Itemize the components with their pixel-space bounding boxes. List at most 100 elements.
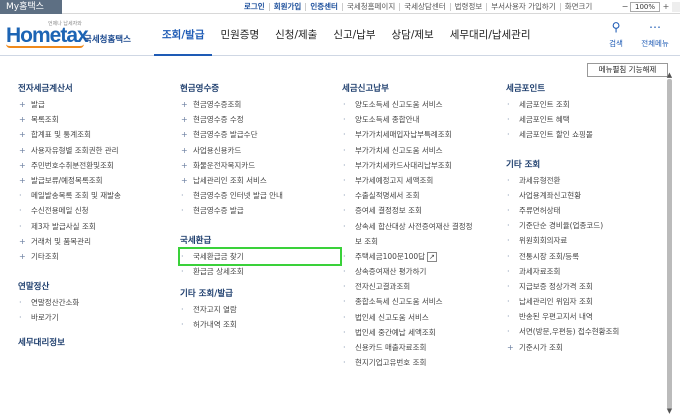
zoom-out-icon[interactable]: − (620, 2, 630, 12)
menu-item-label: 현금영수증 발급수단 (193, 130, 258, 140)
menu-item[interactable]: · 세금포인트 할인 쇼핑몰 (506, 127, 664, 142)
menu-item[interactable]: · 상속증여재산 평가하기 (342, 264, 502, 279)
menu-item[interactable]: · 법인세 신고도움 서비스 (342, 310, 502, 325)
my-hometax-tab[interactable]: My홈택스 (0, 0, 62, 14)
menu-item-label: 과세유형전환 (519, 175, 561, 185)
menu-item[interactable]: · 제3자 발급사실 조회 (18, 219, 168, 234)
hometax-logo[interactable]: 언제나 납세자와 Hometax 국세청홈택스 (6, 20, 146, 52)
nav-certificates[interactable]: 민원증명 (212, 14, 267, 56)
menu-item[interactable]: · 전통시장 조회/등록 (506, 249, 664, 264)
menu-item[interactable]: · 환급금 상세조회 (180, 264, 340, 279)
menu-item[interactable]: · 지급보증 정상가격 조회 (506, 279, 664, 294)
bullet-icon: · (507, 205, 510, 215)
menu-item[interactable]: · 기준단순 경비율(업종코드) (506, 218, 664, 233)
nav-inquiry-issuance[interactable]: 조회/발급 (154, 14, 213, 56)
menu-item[interactable]: + 현금영수증조회 (180, 97, 340, 112)
menu-item[interactable]: + 사용자유형별 조회권한 관리 (18, 143, 168, 158)
menu-expand-toggle-button[interactable]: 메뉴펼침 기능해제 (587, 63, 668, 77)
law-info-link[interactable]: 법령정보 (449, 3, 487, 11)
nav-filing-payment[interactable]: 신고/납부 (325, 14, 383, 56)
menu-item[interactable]: + 현금영수증 발급수단 (180, 127, 340, 142)
menu-item[interactable]: + 목록조회 (18, 112, 168, 127)
mega-menu-panel: 메뉴펼침 기능해제 전자세금계산서 + 발급 + 목록조회 + 합계표 및 통계조회 + 사용… (0, 57, 680, 416)
menu-item[interactable]: · 세금포인트 조회 (506, 97, 664, 112)
scrollbar-thumb[interactable] (667, 79, 672, 409)
menu-item[interactable]: · 납세관리인 위임자 조회 (506, 294, 664, 309)
search-button[interactable]: ⚲ 검색 (601, 20, 631, 49)
nav-tax-agent[interactable]: 세무대리/납세관리 (442, 14, 539, 56)
login-link[interactable]: 로그인 (240, 3, 269, 11)
menu-item[interactable]: · 사업용계좌신고현황 (506, 188, 664, 203)
menu-item[interactable]: · 현금영수증 발급 (180, 203, 340, 218)
menu-item[interactable]: · 수출실적명세서 조회 (342, 188, 502, 203)
menu-item[interactable]: · 메일발송목록 조회 및 재발송 (18, 188, 168, 203)
menu-item[interactable]: · 양도소득세 신고도움 서비스 (342, 97, 502, 112)
signup-link[interactable]: 회원가입 (268, 3, 306, 11)
menu-item[interactable]: · 바로가기 (18, 310, 168, 325)
menu-item-label: 주민번호수취분전환및조회 (31, 160, 114, 170)
zoom-in-icon[interactable]: + (661, 2, 671, 12)
certificate-center-link[interactable]: 인증센터 (305, 3, 342, 11)
menu-item[interactable]: · 상속세 합산대상 사전증여재산 결정정 (342, 219, 502, 234)
topbar-edge (672, 2, 680, 12)
menu-item-label: 거래처 및 품목관리 (31, 236, 91, 246)
bullet-icon: · (507, 115, 510, 125)
menu-item[interactable]: + 납세관리인 조회 서비스 (180, 173, 340, 188)
menu-item[interactable]: · 주택세금100문100답 ↗ (342, 249, 502, 264)
menu-item[interactable]: · 현금영수증 인터넷 발급 안내 (180, 188, 340, 203)
menu-item-label: 발급 (31, 100, 45, 109)
menu-item[interactable]: · 허가내역 조회 (180, 317, 340, 332)
menu-item[interactable]: · 과세자료조회 (506, 264, 664, 279)
menu-item[interactable]: · 과세유형전환 (506, 173, 664, 188)
menu-item[interactable]: · 세금포인트 혜택 (506, 112, 664, 127)
column-cash-receipt: 현금영수증 + 현금영수증조회 + 현금영수증 수정 + 현금영수증 발급수단 + 사업용신용… (178, 81, 342, 332)
menu-item-label: 수출실적명세서 조회 (355, 191, 420, 201)
menu-item[interactable]: + 주민번호수취분전환및조회 (18, 158, 168, 173)
menu-item[interactable]: · 법인세 중간예납 세액조회 (342, 325, 502, 340)
menu-item[interactable]: · 부가가치세 신고도움 서비스 (342, 143, 502, 158)
menu-item[interactable]: + 기타조회 (18, 249, 168, 264)
menu-item[interactable]: + 발급 (18, 97, 168, 112)
menu-item[interactable]: · 신용카드 매출자료조회 (342, 340, 502, 355)
menu-item[interactable]: · 서면(방문,우편등) 접수현황조회 (506, 324, 664, 339)
menu-list: · 과세유형전환 · 사업용계좌신고현황 · 주류면허상태 · 기준단순 경비율(업종코드) ·… (506, 173, 664, 355)
department-user-signup-link[interactable]: 부서사용자 가입하기 (486, 3, 559, 11)
menu-item[interactable]: · 종합소득세 신고도움 서비스 (342, 294, 502, 309)
menu-item-label: 국세환급금 찾기 (193, 251, 244, 261)
menu-item[interactable]: · 부가세예정고지 세액조회 (342, 173, 502, 188)
menu-item[interactable]: · 부가가치세매입자납부특례조회 (342, 127, 502, 142)
menu-item[interactable]: · 양도소득세 종합안내 (342, 112, 502, 127)
menu-item[interactable]: · 국세환급금 찾기 (178, 246, 342, 266)
menu-item[interactable]: 보 조회 (342, 234, 502, 249)
menu-item[interactable]: + 발급보류/예정목록조회 (18, 173, 168, 188)
menu-item[interactable]: · 전자고지 열람 (180, 302, 340, 317)
menu-item[interactable]: + 거래처 및 품목관리 (18, 234, 168, 249)
menu-item[interactable]: · 수신전용메일 신청 (18, 203, 168, 218)
menu-item[interactable]: + 합계표 및 통계조회 (18, 127, 168, 142)
nts-consult-center-link[interactable]: 국세상담센터 (399, 3, 449, 11)
menu-item[interactable]: · 부가가치세카드사대리납부조회 (342, 158, 502, 173)
menu-item[interactable]: + 화물운전자복지카드 (180, 158, 340, 173)
scroll-up-icon[interactable]: ▲ (665, 71, 674, 79)
expand-plus-icon: + (507, 342, 514, 352)
menu-item[interactable]: + 현금영수증 수정 (180, 112, 340, 127)
expand-plus-icon: + (19, 130, 26, 140)
menu-item[interactable]: · 주류면허상태 (506, 203, 664, 218)
menu-item-label: 상속세 합산대상 사전증여재산 결정정 (355, 221, 473, 231)
column-tax-filing: 세금신고납부 · 양도소득세 신고도움 서비스 · 양도소득세 종합안내 · 부가가치세매… (342, 81, 502, 370)
menu-item[interactable]: · 현지기업고유번호 조회 (342, 355, 502, 370)
menu-item[interactable]: · 연말정산간소화 (18, 295, 168, 310)
menu-item[interactable]: + 기준시가 조회 (506, 340, 664, 355)
menu-item[interactable]: + 사업용신용카드 (180, 143, 340, 158)
bullet-icon: · (507, 266, 510, 276)
menu-item[interactable]: · 증여세 결정정보 조회 (342, 203, 502, 218)
nav-consult-report[interactable]: 상담/제보 (384, 14, 442, 56)
nav-application-submission[interactable]: 신청/제출 (267, 14, 325, 56)
menu-item[interactable]: · 전자신고결과조회 (342, 279, 502, 294)
menu-item[interactable]: · 위원회회의자료 (506, 233, 664, 248)
bullet-icon: · (507, 221, 510, 231)
all-menu-button[interactable]: ⋯ 전체메뉴 (640, 20, 670, 49)
scroll-down-icon[interactable]: ▼ (665, 407, 674, 415)
nts-homepage-link[interactable]: 국세청홈페이지 (341, 3, 399, 11)
menu-item[interactable]: · 반송된 우편고지서 내역 (506, 309, 664, 324)
